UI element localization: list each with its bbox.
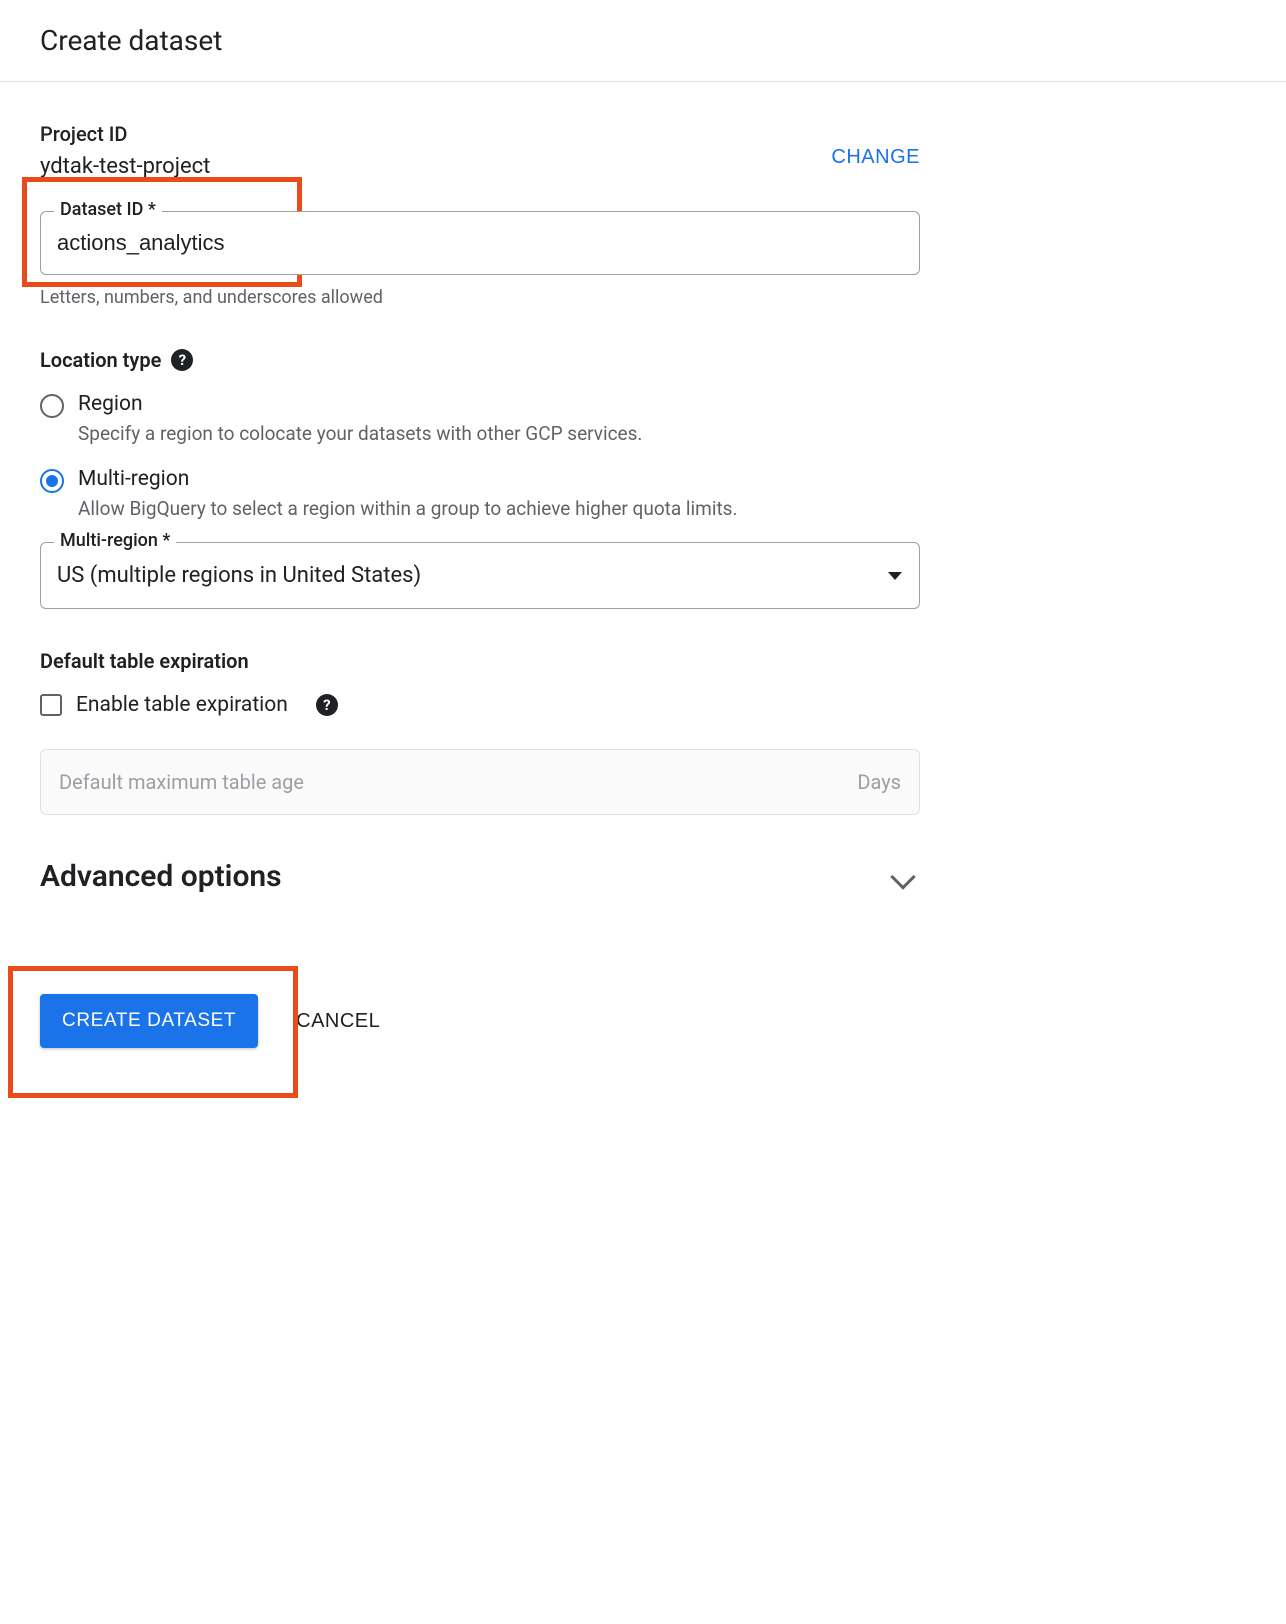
- cancel-button[interactable]: CANCEL: [296, 1010, 380, 1033]
- chevron-down-icon: [890, 864, 915, 889]
- table-age-placeholder: Default maximum table age: [59, 770, 304, 794]
- radio-multi-region[interactable]: Multi-region Allow BigQuery to select a …: [40, 467, 920, 520]
- radio-region-desc: Specify a region to colocate your datase…: [78, 422, 642, 445]
- change-project-button[interactable]: CHANGE: [831, 122, 920, 169]
- multi-region-value: US (multiple regions in United States): [57, 563, 421, 588]
- project-id-value: ydtak-test-project: [40, 154, 210, 179]
- page-title: Create dataset: [0, 0, 1286, 82]
- radio-multiregion-desc: Allow BigQuery to select a region within…: [78, 497, 737, 520]
- radio-region[interactable]: Region Specify a region to colocate your…: [40, 392, 920, 445]
- project-id-label: Project ID: [40, 122, 210, 146]
- expiration-heading: Default table expiration: [40, 649, 249, 673]
- radio-region-label: Region: [78, 392, 642, 416]
- help-icon[interactable]: ?: [171, 349, 193, 371]
- radio-icon-selected: [40, 469, 64, 493]
- table-age-input[interactable]: Default maximum table age Days: [40, 749, 920, 815]
- multi-region-legend: Multi-region *: [54, 530, 176, 551]
- dropdown-arrow-icon: [888, 572, 902, 580]
- table-age-unit: Days: [857, 770, 901, 794]
- radio-multiregion-label: Multi-region: [78, 467, 737, 491]
- create-dataset-button[interactable]: CREATE DATASET: [40, 994, 258, 1048]
- dataset-id-legend: Dataset ID *: [54, 199, 162, 220]
- advanced-options-heading: Advanced options: [40, 859, 282, 894]
- enable-expiration-label: Enable table expiration: [76, 693, 288, 717]
- dataset-id-input[interactable]: [40, 211, 920, 275]
- dataset-id-helper: Letters, numbers, and underscores allowe…: [40, 287, 920, 308]
- enable-expiration-checkbox[interactable]: [40, 694, 62, 716]
- advanced-options-toggle[interactable]: Advanced options: [40, 859, 920, 894]
- help-icon[interactable]: ?: [316, 694, 338, 716]
- radio-icon-unselected: [40, 394, 64, 418]
- multi-region-select[interactable]: US (multiple regions in United States): [40, 542, 920, 609]
- location-type-heading: Location type: [40, 348, 161, 372]
